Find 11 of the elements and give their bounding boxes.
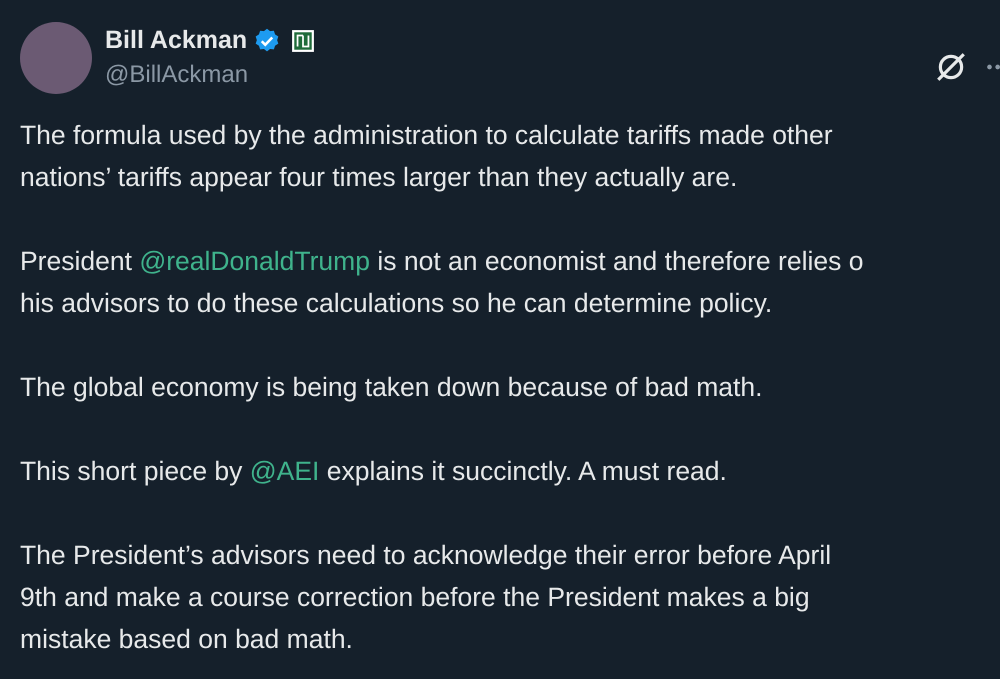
tweet-paragraph: President @realDonaldTrump is not an economist and therefore relies o his advisors to do these calculations so he can determine policy.: [20, 245, 864, 320]
mention-link[interactable]: @realDonaldTrump: [139, 246, 370, 276]
author-name[interactable]: Bill Ackman: [105, 26, 248, 55]
tweet-paragraph: The global economy is being taken down because of bad math.: [20, 371, 764, 404]
mention-link[interactable]: @AEI: [250, 456, 320, 486]
more-icon[interactable]: [986, 62, 1000, 72]
author-handle[interactable]: @BillAckman: [105, 61, 316, 89]
tweet-paragraph: The formula used by the administration to calculate tariffs made other nations’ tariffs appear four times larger than they actually are.: [20, 119, 834, 194]
tweet-paragraph: This short piece by @AEI explains it succinctly. A must read.: [20, 455, 728, 488]
tweet-paragraph: The President’s advisors need to acknowledge their error before April 9th and make a course correction before the President makes a big mistake based on bad math.: [20, 539, 832, 656]
affiliation-logo-icon: [291, 28, 316, 52]
